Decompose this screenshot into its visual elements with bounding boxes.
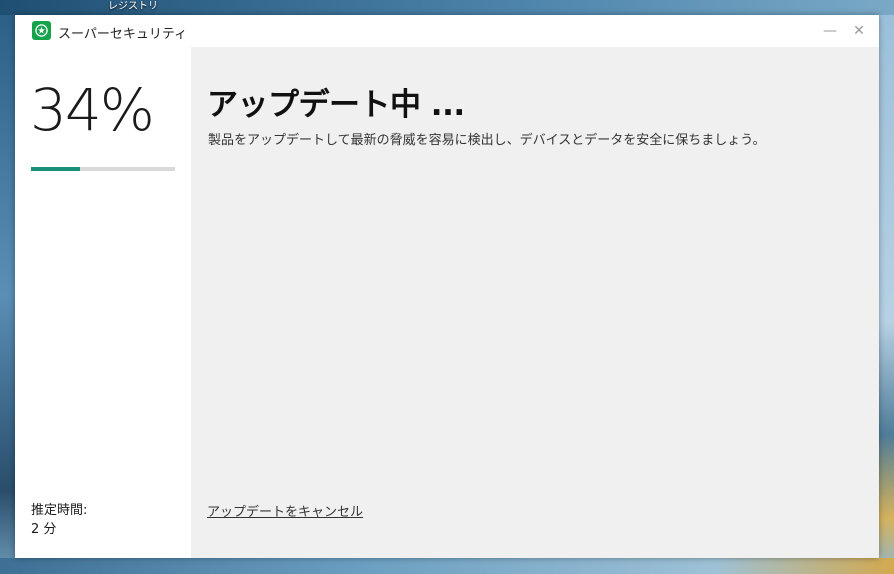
- star-icon: [35, 24, 48, 37]
- minimize-button[interactable]: —: [817, 19, 843, 43]
- desktop-background-right: [879, 15, 894, 574]
- page-title: アップデート中 ...: [207, 87, 465, 123]
- desktop-icon-label[interactable]: レジストリ: [108, 0, 158, 12]
- shield-star-icon: [32, 21, 51, 40]
- close-icon: ✕: [853, 23, 865, 39]
- progress-bar: [31, 167, 175, 171]
- estimated-time-label: 推定時間:: [31, 503, 88, 518]
- cancel-update-link[interactable]: アップデートをキャンセル: [207, 501, 363, 520]
- page-description: 製品をアップデートして最新の脅威を容易に検出し、デバイスとデータを安全に保ちまし…: [208, 133, 766, 148]
- main-content: アップデート中 ... 製品をアップデートして最新の脅威を容易に検出し、デバイス…: [191, 47, 879, 558]
- progress-percent: 34%: [30, 76, 155, 144]
- desktop-background-bottom: [0, 558, 894, 574]
- progress-panel: 34% 推定時間: 2 分: [15, 47, 191, 558]
- desktop-background-left: [0, 15, 15, 574]
- progress-bar-fill: [31, 167, 80, 171]
- minimize-icon: —: [823, 23, 837, 39]
- title-bar[interactable]: スーパーセキュリティ — ✕: [15, 15, 879, 47]
- estimated-time-value: 2 分: [31, 522, 57, 537]
- window-title: スーパーセキュリティ: [58, 27, 188, 42]
- close-button[interactable]: ✕: [846, 19, 872, 43]
- update-window: スーパーセキュリティ — ✕ 34% 推定時間: 2 分 アップデート中 ...…: [15, 15, 879, 558]
